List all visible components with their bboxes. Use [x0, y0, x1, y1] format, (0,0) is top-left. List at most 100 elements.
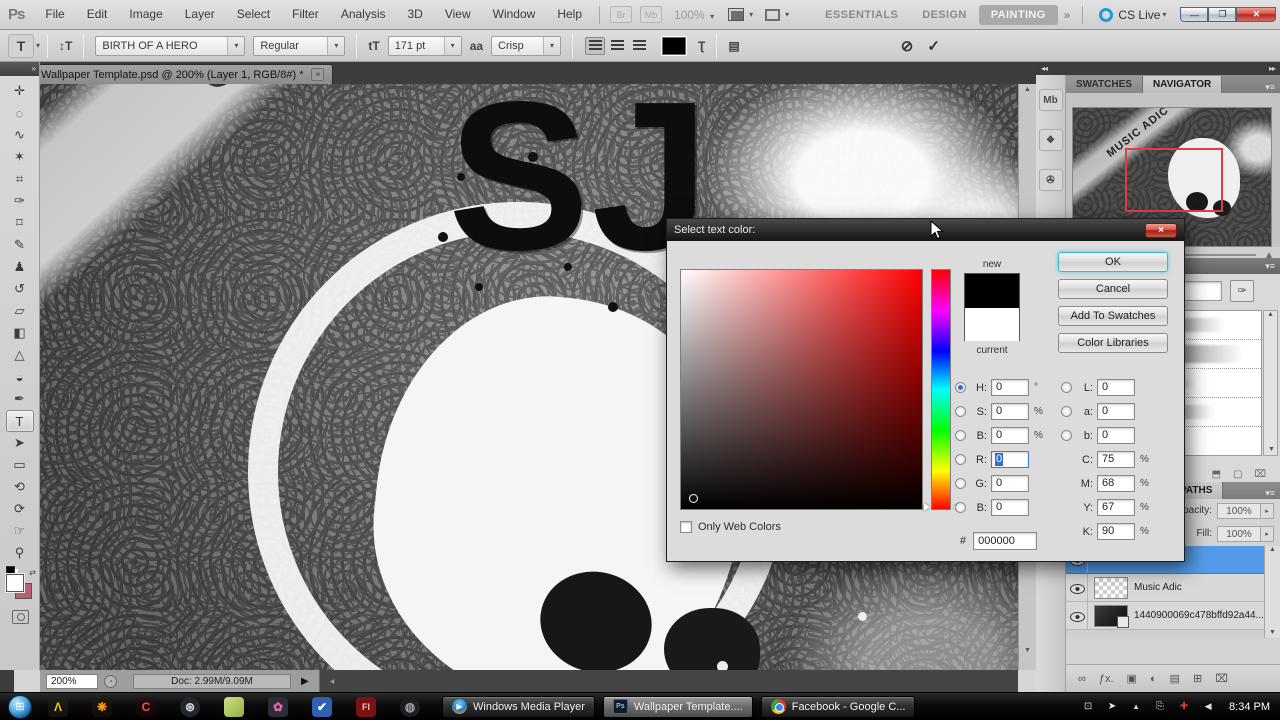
panel-tab[interactable]: SWATCHES [1066, 76, 1143, 93]
panel-menu-icon[interactable]: ▾≡ [1265, 488, 1280, 499]
eyedropper-tool[interactable]: ✑ [6, 190, 34, 212]
menu-item[interactable]: Image [118, 0, 173, 29]
crop-tool[interactable]: ⌗ [6, 168, 34, 190]
clock[interactable]: 8:34 PM [1229, 701, 1270, 713]
3d-rotate-tool[interactable]: ⟲ [6, 476, 34, 498]
green-app-icon[interactable] [224, 697, 244, 717]
brush-list-scrollbar[interactable]: ▲ ▼ [1263, 310, 1278, 456]
tray-window-icon[interactable]: ⊡ [1081, 701, 1095, 712]
value-field[interactable]: 0 [1097, 427, 1135, 444]
tab-close-icon[interactable]: × [311, 68, 324, 81]
menu-item[interactable]: Help [546, 0, 593, 29]
warp-text-icon[interactable]: Ʈ [698, 39, 705, 53]
pen-tool[interactable]: ✒ [6, 388, 34, 410]
default-colors-icon[interactable] [6, 566, 15, 574]
font-style-select[interactable]: Regular ▾ [253, 36, 345, 56]
start-button[interactable]: ⊞ [8, 695, 32, 719]
value-field[interactable]: 0 [991, 451, 1029, 468]
radio-button[interactable] [955, 382, 966, 393]
hue-slider-arrow[interactable] [924, 503, 930, 511]
fill-arrow-icon[interactable]: ▸ [1261, 526, 1274, 542]
radio-button[interactable] [1061, 430, 1072, 441]
menu-item[interactable]: Select [226, 0, 281, 29]
dialog-title-bar[interactable]: Select text color: × [667, 219, 1184, 241]
radio-button[interactable] [955, 478, 966, 489]
menu-item[interactable]: Analysis [330, 0, 397, 29]
anti-alias-select[interactable]: Crisp ▾ [491, 36, 561, 56]
tray-network-error-icon[interactable]: ✚ [1177, 701, 1191, 712]
current-color-swatch[interactable] [965, 308, 1019, 341]
layer-thumbnail[interactable] [1094, 605, 1128, 627]
color-libraries-button[interactable]: Color Libraries [1058, 333, 1168, 353]
workspace-tab[interactable]: DESIGN [910, 5, 979, 25]
quick-mask-button[interactable] [12, 610, 29, 624]
close-button[interactable]: ✕ [1236, 7, 1276, 22]
tray-cursor-icon[interactable]: ➤ [1105, 701, 1119, 712]
arrange-documents-button[interactable]: ▾ [728, 8, 753, 21]
aim-icon[interactable]: Λ [48, 697, 68, 717]
adjustments-icon[interactable]: ❖ [1039, 129, 1063, 151]
menu-item[interactable]: Layer [174, 0, 226, 29]
radio-button[interactable] [1061, 406, 1072, 417]
menu-item[interactable]: File [34, 0, 75, 29]
new-brush-icon[interactable]: ▢ [1233, 469, 1242, 480]
tray-show-hidden-icon[interactable]: ▲ [1129, 701, 1143, 712]
swap-colors-icon[interactable]: ⇄ [29, 568, 36, 577]
align-right-button[interactable] [629, 37, 649, 55]
hue-slider[interactable] [931, 269, 951, 510]
screen-mode-button[interactable]: ▾ [765, 9, 789, 21]
workspace-more-button[interactable]: » [1064, 8, 1071, 22]
document-tab[interactable]: Wallpaper Template.psd @ 200% (Layer 1, … [32, 64, 333, 84]
hand-tool[interactable]: ☞ [6, 520, 34, 542]
menu-item[interactable]: View [434, 0, 482, 29]
align-left-button[interactable] [585, 37, 605, 55]
panel-tab[interactable]: NAVIGATOR [1143, 76, 1222, 93]
value-field[interactable]: 0 [991, 475, 1029, 492]
add-to-swatches-button[interactable]: Add To Swatches [1058, 306, 1168, 326]
radio-button[interactable] [955, 430, 966, 441]
cancel-button[interactable]: Cancel [1058, 279, 1168, 299]
opacity-value[interactable]: 100% [1217, 503, 1261, 519]
lasso-tool[interactable]: ∿ [6, 124, 34, 146]
layer-group-icon[interactable]: ▤ [1170, 672, 1180, 685]
menu-item[interactable]: Edit [76, 0, 119, 29]
eraser-tool[interactable]: ▱ [6, 300, 34, 322]
brush-preset-picker-icon[interactable]: ✑ [1230, 280, 1254, 302]
history-brush-tool[interactable]: ↺ [6, 278, 34, 300]
layer-visibility-icon[interactable] [1066, 574, 1088, 601]
align-center-button[interactable] [607, 37, 627, 55]
red-c-icon[interactable]: C [136, 697, 156, 717]
value-field[interactable]: 67 [1097, 499, 1135, 516]
layer-thumbnail[interactable] [1094, 577, 1128, 599]
layer-list-scrollbar[interactable]: ▲ ▼ [1264, 546, 1280, 638]
3d-orbit-tool[interactable]: ⟳ [6, 498, 34, 520]
tool-presets-icon[interactable]: ✇ [1039, 169, 1063, 191]
workspace-tab[interactable]: PAINTING [979, 5, 1058, 25]
scroll-up-icon[interactable]: ▲ [1267, 311, 1274, 318]
clone-stamp-tool[interactable]: ♟ [6, 256, 34, 278]
adjustment-layer-icon[interactable]: ◐ [1150, 673, 1157, 685]
scroll-down-icon[interactable]: ▼ [1269, 629, 1276, 636]
marquee-tool[interactable]: ◌ [6, 102, 34, 124]
color-field-marker[interactable] [689, 494, 698, 503]
checkmark-app-icon[interactable]: ✔ [312, 697, 332, 717]
radio-button[interactable] [1061, 382, 1072, 393]
open-preset-icon[interactable]: ⬒ [1212, 469, 1221, 480]
zoom-tool[interactable]: ⚲ [6, 542, 34, 564]
delete-layer-icon[interactable]: ⌧ [1215, 672, 1228, 685]
cs-live-button[interactable]: CS Live▾ [1099, 8, 1166, 22]
panel-menu-icon[interactable]: ▾≡ [1265, 261, 1280, 272]
menu-item[interactable]: Filter [281, 0, 330, 29]
radio-button[interactable] [955, 454, 966, 465]
foreground-color-swatch[interactable] [6, 574, 24, 592]
layer-mask-icon[interactable]: ▣ [1127, 672, 1137, 685]
value-field[interactable]: 0 [991, 499, 1029, 516]
scroll-up-icon[interactable]: ▲ [1024, 86, 1031, 93]
value-field[interactable]: 0 [991, 427, 1029, 444]
toggle-panels-icon[interactable]: ▤ [728, 39, 739, 53]
opacity-arrow-icon[interactable]: ▸ [1261, 503, 1274, 519]
menu-item[interactable]: 3D [397, 0, 434, 29]
value-field[interactable]: 0 [1097, 403, 1135, 420]
value-field[interactable]: 75 [1097, 451, 1135, 468]
bridge-icon[interactable]: Br [610, 6, 632, 23]
